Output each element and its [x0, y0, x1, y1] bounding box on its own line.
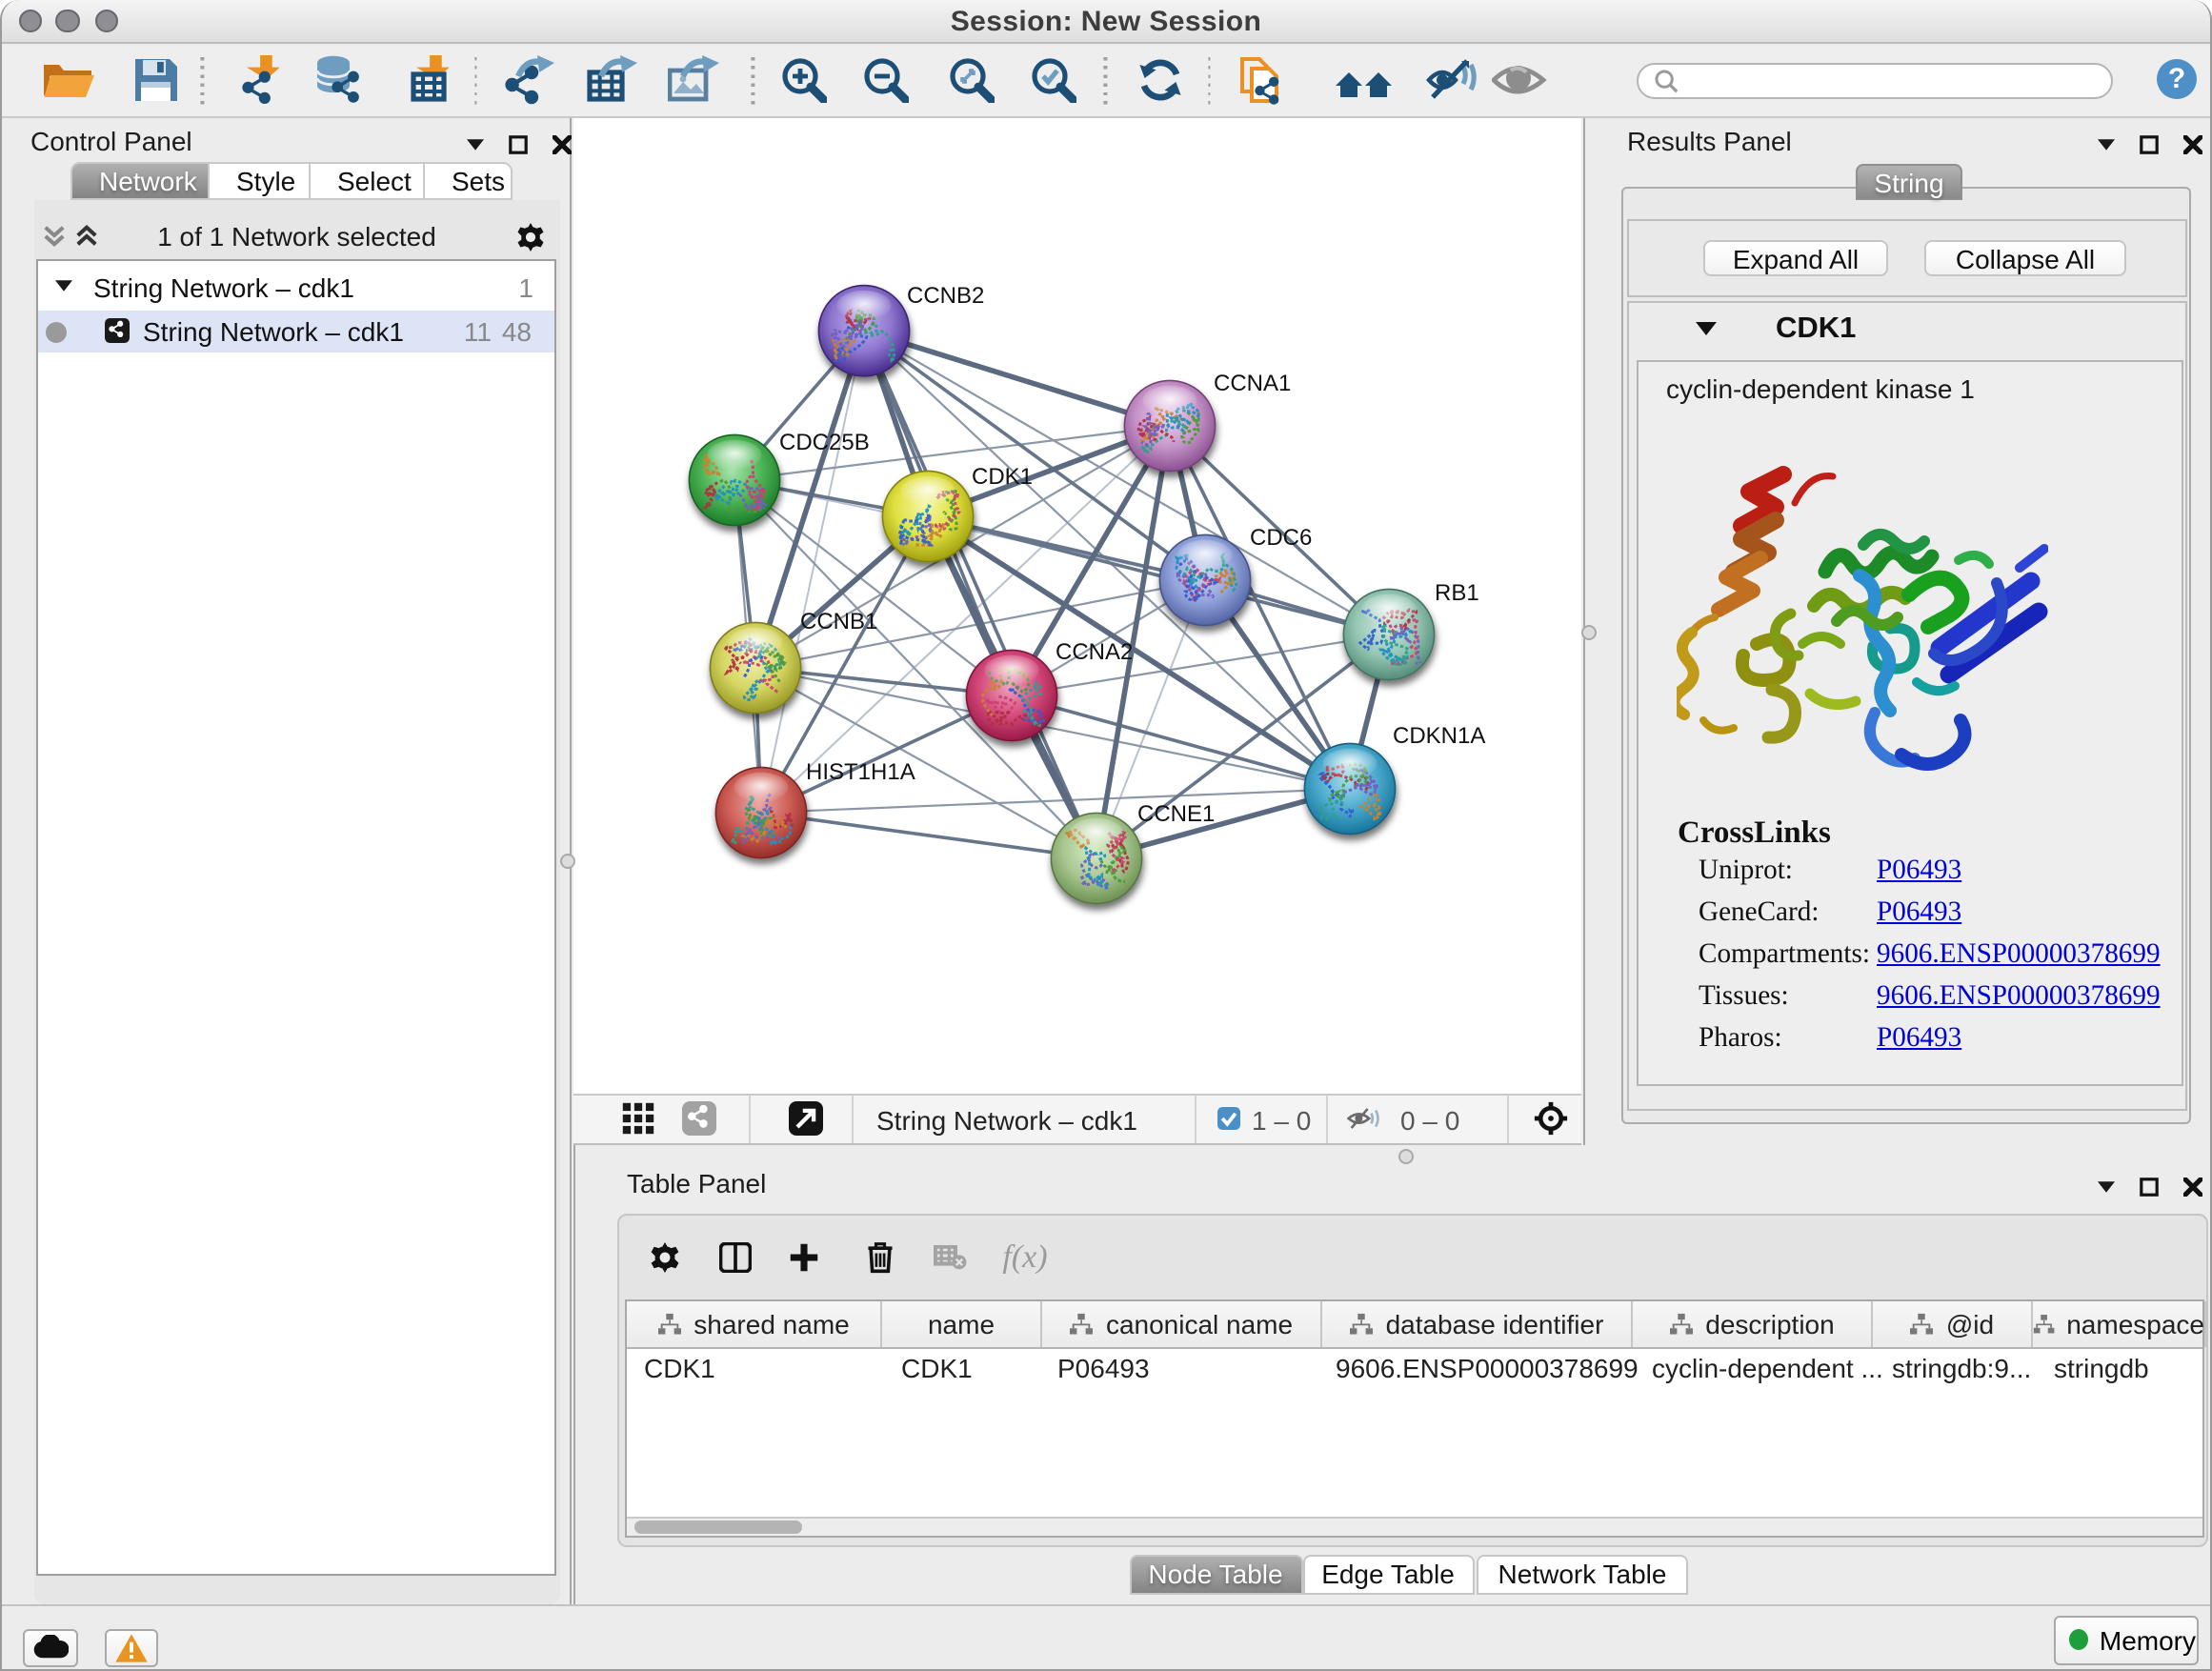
svg-text:CDC25B: CDC25B: [779, 430, 870, 455]
svg-text:HIST1H1A: HIST1H1A: [806, 759, 915, 785]
svg-text:CCNB1: CCNB1: [800, 609, 877, 634]
svg-text:CCNE1: CCNE1: [1137, 801, 1215, 827]
svg-text:RB1: RB1: [1435, 580, 1479, 606]
svg-text:CCNB2: CCNB2: [907, 283, 984, 309]
svg-text:CDC6: CDC6: [1250, 525, 1312, 551]
svg-text:CDK1: CDK1: [972, 464, 1033, 490]
svg-text:CCNA1: CCNA1: [1214, 371, 1291, 396]
svg-text:CDKN1A: CDKN1A: [1393, 723, 1485, 749]
svg-text:CCNA2: CCNA2: [1056, 639, 1133, 665]
